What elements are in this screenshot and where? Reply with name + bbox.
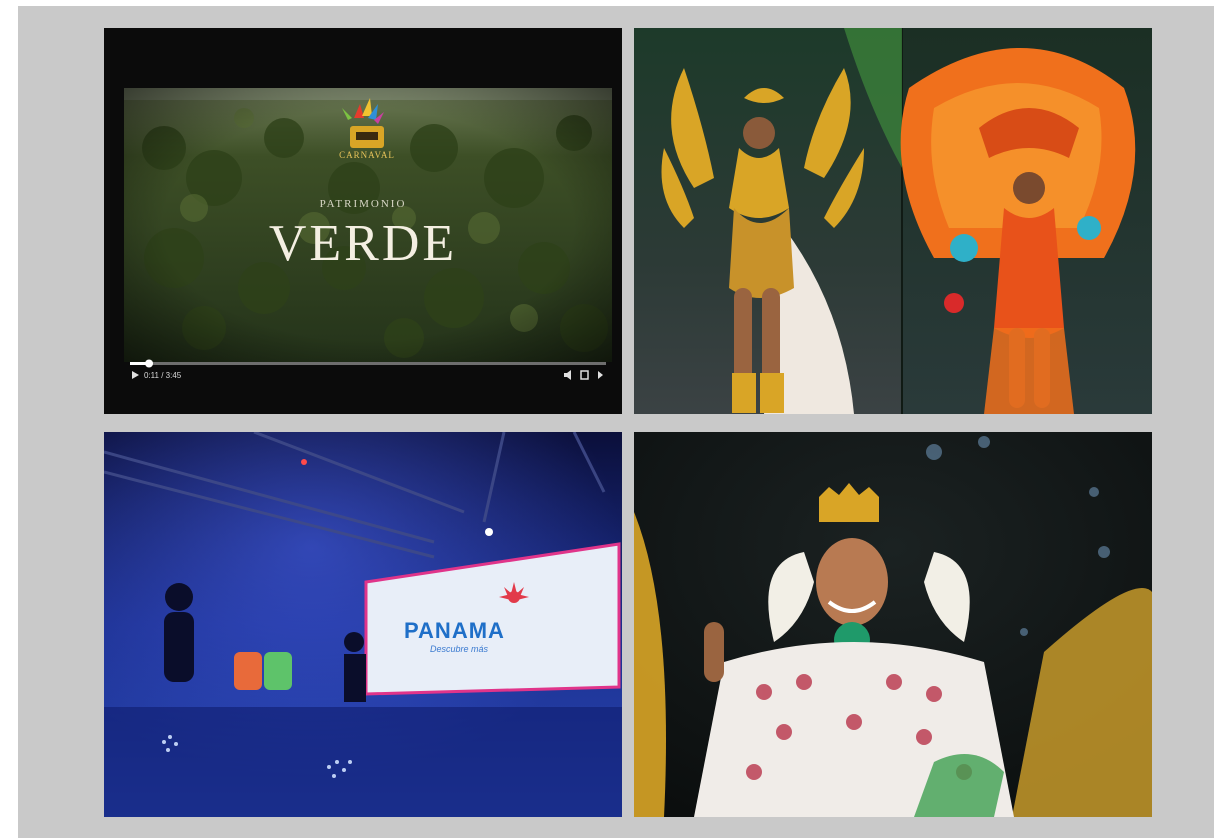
video-overline: PATRIMONIO	[319, 198, 407, 210]
screen-brand-text: PANAMA	[404, 618, 505, 643]
progress-track[interactable]	[130, 362, 606, 365]
time-display: 0:11 / 3:45	[144, 371, 182, 380]
video-title: VERDE	[268, 215, 458, 272]
concert-stage-photo: PANAMA Descubre más	[104, 432, 622, 817]
pollera-dancer-photo	[634, 432, 1152, 817]
logo-text: CARNAVAL	[339, 150, 395, 160]
progress-handle[interactable]	[145, 359, 154, 368]
screen-subtext: Descubre más	[430, 644, 489, 654]
video-player[interactable]: CARNAVAL PATRIMONIO VERDE 0:11 / 3:45	[104, 28, 622, 414]
carnival-queens-photo	[634, 28, 1152, 414]
